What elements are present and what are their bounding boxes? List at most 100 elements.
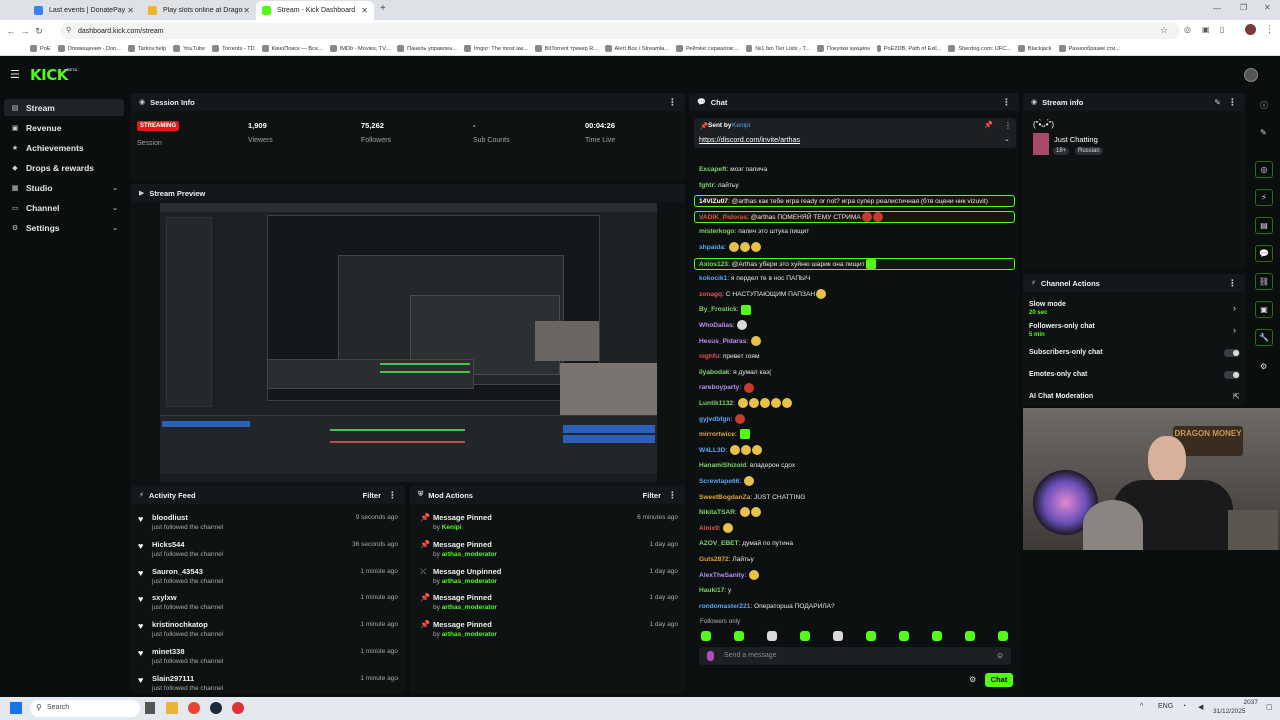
windows-start-icon[interactable] — [10, 702, 22, 714]
clock-time[interactable]: 2037 — [1228, 699, 1258, 706]
emotes-only-toggle[interactable] — [1224, 371, 1240, 379]
chat-username[interactable]: ilyabodak — [699, 369, 729, 376]
chat-message[interactable]: mirrortwice: — [699, 429, 750, 441]
panel-menu-icon[interactable]: ⋮ — [388, 490, 397, 501]
follower-name[interactable]: Hicks544 — [152, 540, 185, 549]
wrench-icon[interactable]: 🔧 — [1255, 329, 1273, 346]
chat-input[interactable]: Send a message ☺ — [699, 647, 1011, 665]
chat-message[interactable]: ilyabodak: я думал каз( — [699, 367, 771, 379]
browser-tab[interactable]: Play slots online at Dragon Mo ✕ — [142, 1, 256, 20]
chat-username[interactable]: SweetBogdanZa — [699, 494, 750, 501]
profile-avatar[interactable] — [1245, 24, 1256, 35]
followers-only-label[interactable]: Followers-only chat — [1029, 323, 1095, 330]
chat-message[interactable]: shpaida: — [699, 242, 761, 254]
chat-username[interactable]: kokocik1 — [699, 275, 727, 282]
bookmark-item[interactable]: Покупки аукцион — [816, 45, 870, 52]
chat-username[interactable]: fghtr — [699, 182, 714, 189]
pinned-link[interactable]: https://discord.com/invite/arthas — [699, 135, 800, 144]
chat-username[interactable]: mirrortwice — [699, 431, 735, 438]
follower-name[interactable]: minet338 — [152, 647, 185, 656]
external-link-icon[interactable]: ⇱ — [1233, 392, 1240, 401]
chat-message[interactable]: Alnix9: — [699, 523, 734, 535]
panel-menu-icon[interactable]: ⋮ — [668, 490, 677, 501]
chrome-icon[interactable] — [188, 702, 200, 714]
sidebar-item-studio[interactable]: ▦ Studio ⌄ — [4, 179, 124, 196]
bookmark-item[interactable]: Рейтинг сериалов:... — [675, 45, 739, 52]
moderator-name[interactable]: arthas_moderator — [442, 631, 497, 638]
chat-message[interactable]: W4LL3D: — [699, 445, 763, 457]
sidebar-item-drops-rewards[interactable]: ◆ Drops & rewards — [4, 159, 124, 176]
bookmark-item[interactable]: BitTorrent трекер R... — [534, 45, 598, 52]
chevron-down-icon[interactable]: ⌄ — [1004, 135, 1010, 143]
sidebar-item-achievements[interactable]: ★ Achievements — [4, 139, 124, 156]
browser-tab[interactable]: Last events | DonatePay ✕ — [28, 1, 140, 20]
slow-mode-label[interactable]: Slow mode — [1029, 301, 1066, 308]
wifi-icon[interactable]: ◔ — [1182, 703, 1186, 710]
browser-menu-icon[interactable]: ⋮ — [1265, 24, 1274, 35]
chat-username[interactable]: Alnix9 — [699, 525, 719, 532]
bookmark-item[interactable]: PoE — [30, 45, 51, 52]
chat-message[interactable]: gyjvdbfgn: — [699, 413, 746, 426]
chat-username[interactable]: NikitaTSAR — [699, 509, 735, 516]
bookmark-item[interactable]: КиноПоиск — Все... — [261, 45, 323, 52]
sidebar-item-stream[interactable]: ▤ Stream — [4, 99, 124, 116]
forward-icon[interactable]: → — [18, 26, 32, 36]
layout-icon[interactable]: ▣ — [1255, 301, 1273, 318]
obs-icon[interactable] — [232, 702, 244, 714]
pinned-by-user[interactable]: Kenipi — [732, 122, 750, 129]
quick-emote-icon[interactable] — [833, 631, 843, 641]
quick-emote-icon[interactable] — [734, 631, 744, 641]
link-icon[interactable]: ⛓ — [1255, 273, 1273, 290]
follower-name[interactable]: kristinochkatop — [152, 620, 208, 629]
subs-only-toggle[interactable] — [1224, 349, 1240, 357]
panel-menu-icon[interactable]: ⋮ — [1002, 97, 1011, 108]
close-window-icon[interactable]: ✕ — [1264, 3, 1271, 12]
browser-tab-active[interactable]: Stream - Kick Dashboard ✕ — [256, 1, 374, 20]
new-tab-icon[interactable]: + — [380, 3, 386, 14]
settings-gear-icon[interactable]: ⚙ — [1260, 362, 1267, 371]
target-icon[interactable]: ◎ — [1255, 161, 1273, 178]
panel-menu-icon[interactable]: ⋮ — [1228, 278, 1237, 289]
steam-icon[interactable] — [210, 702, 222, 714]
chat-username[interactable]: misterkogo — [699, 228, 735, 235]
bookmark-item[interactable]: IMDb - Movies, TV... — [329, 45, 390, 52]
chevron-right-icon[interactable]: › — [1233, 303, 1236, 313]
chat-message-highlighted[interactable]: Axios123: @Arthas убери это хуйню шарик … — [694, 257, 1015, 270]
chat-username[interactable]: nighfu — [699, 353, 719, 360]
chat-message[interactable]: Excapeft: мозг папича — [699, 164, 767, 176]
chevron-right-icon[interactable]: › — [1233, 325, 1236, 335]
chat-username[interactable]: shpaida — [699, 244, 724, 251]
ai-moderation-label[interactable]: AI Chat Moderation — [1029, 393, 1093, 400]
taskbar-search[interactable]: ⚲ Search — [30, 700, 140, 717]
chat-username[interactable]: HanamiShizoid — [699, 462, 746, 469]
lightning-icon[interactable]: ⚡ — [1255, 189, 1273, 206]
pinned-message[interactable]: 📌 Sent by Kenipi https://discord.com/inv… — [694, 118, 1016, 148]
chat-message[interactable]: Luntik1132: — [699, 398, 792, 410]
chat-message[interactable]: Hesus_Pidaras: — [699, 335, 761, 348]
chat-message[interactable]: Screwtape66: — [699, 476, 754, 488]
chat-username[interactable]: Axios123 — [699, 261, 728, 268]
kick-logo[interactable]: KICK — [30, 66, 68, 84]
chat-message[interactable]: rareboyparty: — [699, 382, 754, 394]
hamburger-menu-icon[interactable]: ☰ — [10, 68, 20, 81]
clock-date[interactable]: 31/12/2025 — [1213, 708, 1246, 715]
chat-message[interactable]: rondomaster221: Операторша ПОДАРИЛА? — [699, 601, 835, 613]
close-tab-icon[interactable]: ✕ — [243, 6, 250, 15]
sidebar-item-revenue[interactable]: ▣ Revenue — [4, 119, 124, 136]
sidebar-item-settings[interactable]: ⚙ Settings ⌄ — [4, 219, 124, 236]
chat-username[interactable]: rareboyparty — [699, 384, 739, 391]
stream-category[interactable]: Just Chatting — [1054, 135, 1098, 144]
activity-filter-button[interactable]: Filter — [363, 491, 381, 500]
chat-message[interactable]: AZOV_EBET: думай по путина — [699, 538, 793, 550]
downloads-icon[interactable]: ▣ — [1202, 25, 1210, 34]
follower-name[interactable]: Sauron_43543 — [152, 567, 203, 576]
moderator-name[interactable]: arthas_moderator — [442, 551, 497, 558]
chat-username[interactable]: By_Frostick — [699, 306, 737, 313]
reload-icon[interactable]: ↻ — [32, 26, 46, 37]
address-bar[interactable]: ⚲ dashboard.kick.com/stream ☆ — [60, 23, 1180, 39]
chat-username[interactable]: AZOV_EBET — [699, 540, 739, 547]
user-avatar[interactable] — [1244, 68, 1258, 82]
bookmark-item[interactable]: PoE2DB, Path of Exil... — [877, 45, 941, 52]
back-icon[interactable]: ← — [4, 26, 18, 36]
quick-emote-icon[interactable] — [767, 631, 777, 641]
